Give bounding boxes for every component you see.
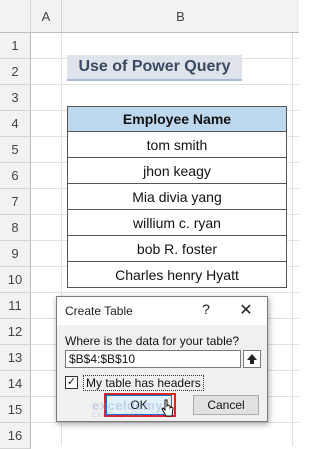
close-icon[interactable]: ✕: [235, 300, 257, 322]
gridline: [31, 422, 299, 423]
row-header-12[interactable]: 12: [0, 319, 31, 345]
row-header-14[interactable]: 14: [0, 371, 31, 397]
row-header-7[interactable]: 7: [0, 189, 31, 215]
row-header-9[interactable]: 9: [0, 241, 31, 267]
sheet-title[interactable]: Use of Power Query: [67, 55, 242, 81]
up-arrow-icon: [247, 354, 257, 364]
row-header-10[interactable]: 10: [0, 267, 31, 293]
gridline: [31, 292, 299, 293]
column-header-a[interactable]: A: [31, 0, 62, 33]
select-all-corner[interactable]: [0, 0, 31, 33]
column-header-b[interactable]: B: [62, 0, 299, 33]
headers-checkbox-label[interactable]: My table has headers: [83, 375, 204, 391]
dialog-titlebar[interactable]: Create Table ? ✕: [57, 297, 267, 325]
headers-checkbox[interactable]: ✓: [65, 376, 78, 389]
table-cell[interactable]: tom smith: [67, 132, 287, 158]
cancel-button[interactable]: Cancel: [193, 395, 259, 415]
row-header-3[interactable]: 3: [0, 85, 31, 111]
row-header-1[interactable]: 1: [0, 33, 31, 59]
row-header-6[interactable]: 6: [0, 163, 31, 189]
range-input[interactable]: [65, 350, 241, 368]
table-header-employee-name[interactable]: Employee Name: [67, 106, 287, 132]
row-header-13[interactable]: 13: [0, 345, 31, 371]
hand-cursor-icon: [161, 399, 174, 417]
table-cell[interactable]: jhon keagy: [67, 158, 287, 184]
collapse-dialog-button[interactable]: [243, 350, 261, 368]
dialog-title: Create Table: [65, 304, 133, 318]
gridline: [31, 84, 299, 85]
row-header-11[interactable]: 11: [0, 293, 31, 319]
row-header-2[interactable]: 2: [0, 59, 31, 85]
row-header-4[interactable]: 4: [0, 111, 31, 137]
table-cell[interactable]: Charles henry Hyatt: [67, 262, 287, 288]
create-table-dialog: Create Table ? ✕ Where is the data for y…: [56, 296, 268, 422]
table-cell[interactable]: bob R. foster: [67, 236, 287, 262]
table-cell[interactable]: Mia divia yang: [67, 184, 287, 210]
row-header-5[interactable]: 5: [0, 137, 31, 163]
row-header-16[interactable]: 16: [0, 423, 31, 449]
row-header-8[interactable]: 8: [0, 215, 31, 241]
help-icon[interactable]: ?: [197, 301, 215, 321]
range-prompt-label: Where is the data for your table?: [65, 334, 240, 348]
table-cell[interactable]: willium c. ryan: [67, 210, 287, 236]
row-header-15[interactable]: 15: [0, 397, 31, 423]
